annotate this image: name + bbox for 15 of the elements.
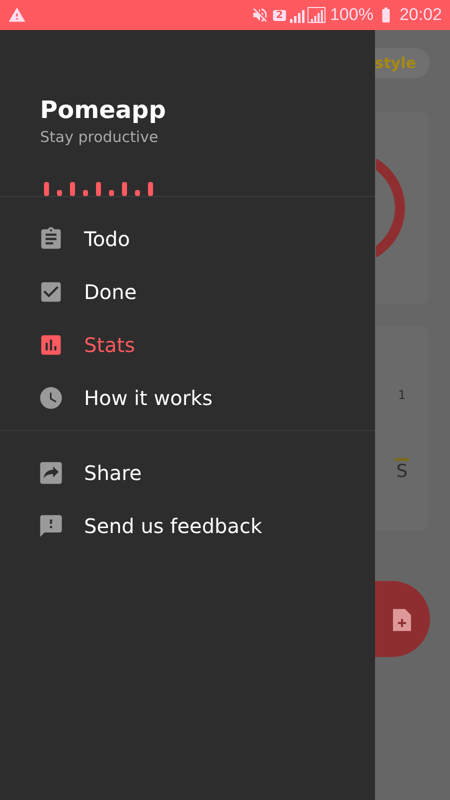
add-button[interactable]	[375, 581, 430, 657]
battery-percent: 100%	[330, 5, 374, 25]
app-title: Pomeapp	[40, 96, 167, 124]
sim-indicator: 2	[273, 10, 286, 20]
mute-icon	[251, 6, 269, 24]
warning-icon	[8, 6, 26, 24]
share-icon	[38, 460, 64, 486]
feedback-icon	[38, 512, 64, 538]
app-subtitle: Stay productive	[40, 128, 160, 146]
bar-mark	[395, 458, 409, 461]
axis-label: 1	[398, 388, 406, 402]
signal-icon	[290, 7, 326, 23]
clock-time: 20:02	[399, 5, 442, 25]
clock-icon	[38, 384, 64, 410]
day-label: S	[396, 461, 408, 482]
